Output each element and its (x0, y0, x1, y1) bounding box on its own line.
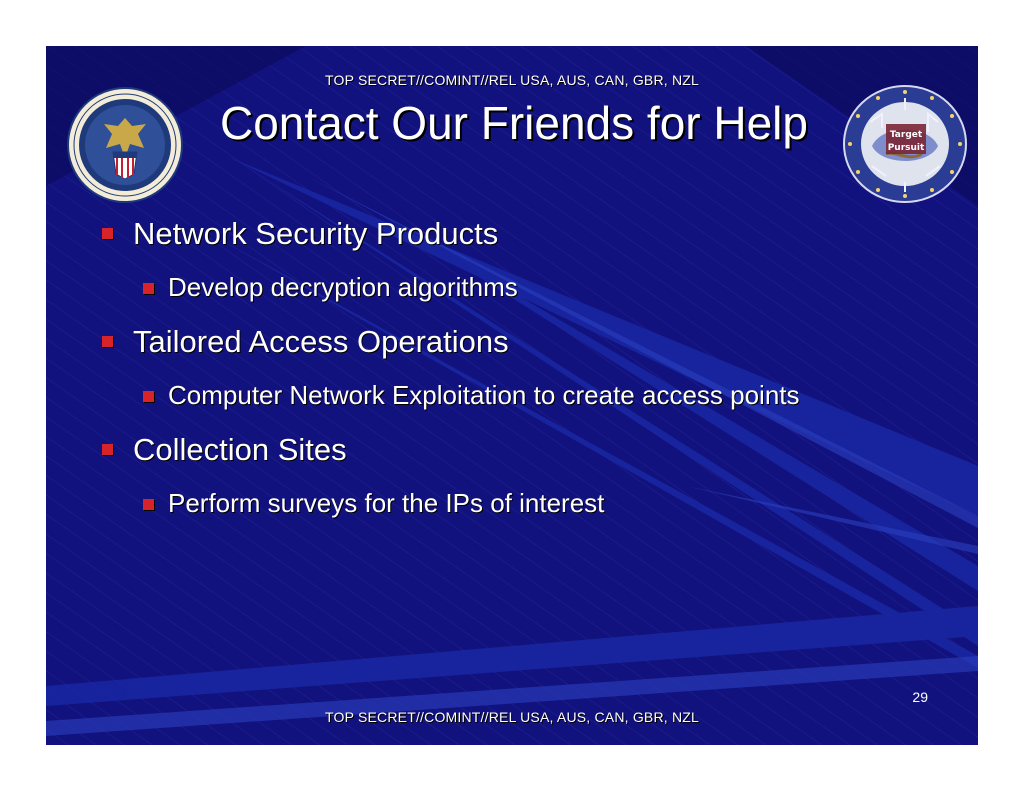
bullet-marker (102, 444, 113, 455)
target-pursuit-logo: Target Pursuit (843, 85, 967, 203)
bullet-text: Network Security Products (133, 216, 499, 251)
logo-text-target: Target (890, 130, 923, 140)
classification-banner-bottom: TOP SECRET//COMINT//REL USA, AUS, CAN, G… (325, 709, 699, 725)
sub-bullet-item: Perform surveys for the IPs of interest (102, 488, 962, 540)
bullet-marker (143, 499, 154, 510)
sub-bullet-text: Develop decryption algorithms (168, 272, 518, 302)
sub-bullet-text: Computer Network Exploitation to create … (168, 380, 800, 410)
classification-banner-top: TOP SECRET//COMINT//REL USA, AUS, CAN, G… (325, 72, 699, 88)
sub-bullet-item: Computer Network Exploitation to create … (102, 380, 962, 432)
logo-text-pursuit: Pursuit (888, 143, 925, 153)
bullet-marker (102, 228, 113, 239)
bullet-item: Tailored Access Operations (102, 324, 962, 380)
bullet-text: Collection Sites (133, 432, 347, 467)
sub-bullet-item: Develop decryption algorithms (102, 272, 962, 324)
bullet-item: Network Security Products (102, 216, 962, 272)
slide-title: Contact Our Friends for Help (219, 97, 808, 149)
nsa-seal-logo (67, 87, 183, 203)
bullet-marker (143, 391, 154, 402)
slide: TOP SECRET//COMINT//REL USA, AUS, CAN, G… (46, 46, 978, 745)
bullet-list: Network Security Products Develop decryp… (102, 216, 962, 540)
bullet-text: Tailored Access Operations (133, 324, 509, 359)
page-number: 29 (912, 689, 928, 705)
sub-bullet-text: Perform surveys for the IPs of interest (168, 488, 605, 518)
bullet-item: Collection Sites (102, 432, 962, 488)
bullet-marker (102, 336, 113, 347)
bullet-marker (143, 283, 154, 294)
